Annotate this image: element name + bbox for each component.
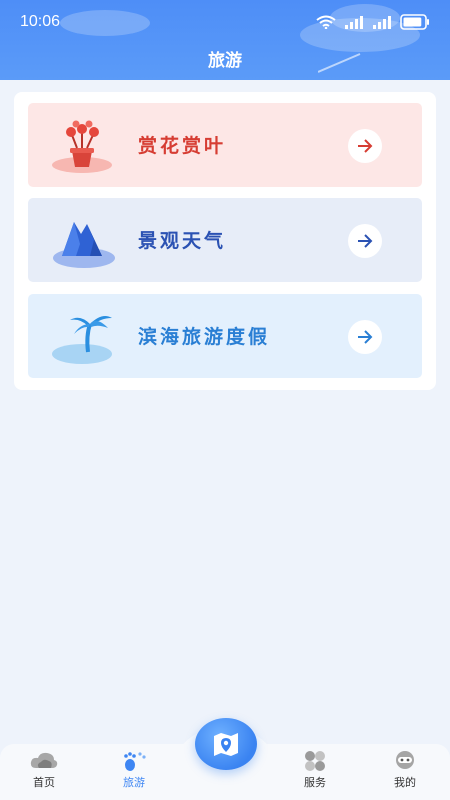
map-icon (214, 733, 238, 756)
nav-label: 服务 (304, 776, 326, 789)
category-panel: 赏花赏叶 景观天气 滨海旅游度假 (14, 92, 436, 390)
page-title: 旅游 (208, 51, 242, 71)
footprints-icon (124, 752, 146, 771)
screen: 10:06 旅游 赏花赏叶 景观天气 滨海旅游度假 首页 旅游 服务 我的 (0, 0, 450, 800)
category-label: 滨海旅游度假 (138, 326, 271, 348)
nav-item-home[interactable]: 首页 (14, 750, 74, 794)
palm-island-icon (50, 306, 118, 366)
nav-label: 我的 (394, 776, 416, 789)
signal-icon-2 (373, 16, 391, 29)
battery-icon (400, 14, 429, 30)
wifi-icon (316, 15, 336, 29)
mountain-icon (50, 210, 118, 270)
nav-item-travel[interactable]: 旅游 (104, 750, 164, 794)
category-item-flowers[interactable]: 赏花赏叶 (28, 103, 422, 187)
service-grid-icon (305, 751, 325, 771)
flower-pot-icon (50, 115, 118, 175)
category-item-beach-vacation[interactable]: 滨海旅游度假 (28, 294, 422, 378)
arrow-right-icon[interactable] (348, 129, 382, 163)
nav-label: 旅游 (123, 776, 145, 789)
signal-icon (345, 16, 363, 29)
nav-label: 首页 (33, 776, 55, 789)
profile-icon (396, 751, 414, 769)
arrow-right-icon[interactable] (348, 320, 382, 354)
header: 10:06 旅游 (0, 0, 450, 80)
nav-item-service[interactable]: 服务 (285, 750, 345, 794)
cloud-home-icon (30, 752, 58, 768)
status-time: 10:06 (20, 13, 61, 30)
status-bar: 10:06 (0, 0, 450, 44)
category-label: 景观天气 (138, 230, 227, 252)
status-icons (316, 14, 430, 30)
center-map-button[interactable] (195, 718, 257, 770)
arrow-right-icon[interactable] (348, 224, 382, 258)
category-label: 赏花赏叶 (138, 135, 227, 157)
category-item-landscape-weather[interactable]: 景观天气 (28, 198, 422, 282)
nav-item-mine[interactable]: 我的 (375, 750, 435, 794)
